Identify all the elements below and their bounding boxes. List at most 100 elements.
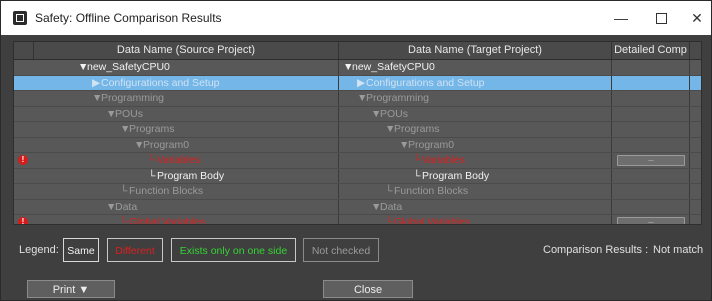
close-button[interactable]: Close [323, 280, 413, 298]
minimize-button[interactable]: — [601, 8, 641, 28]
status-cell [14, 169, 34, 184]
table-row[interactable]: ! └ Variables └ Variables... [14, 153, 701, 169]
legend-one-side: Exists only on one side [171, 238, 296, 262]
target-name-cell[interactable]: └ Program Body [339, 168, 612, 184]
tree-toggle-icon[interactable]: ▼ [92, 91, 102, 106]
tree-toggle-icon[interactable]: ▼ [343, 60, 353, 75]
tree-toggle-icon[interactable]: ▼ [385, 122, 395, 137]
header-detail-col[interactable]: Detailed Comp [612, 42, 690, 59]
target-name-cell[interactable]: ▼Programs [339, 122, 612, 137]
legend-not-checked: Not checked [303, 238, 379, 262]
target-name-cell[interactable]: ▼Data [339, 199, 612, 215]
detailed-comparison-button[interactable]: ... [617, 217, 685, 224]
detail-cell [612, 184, 690, 199]
status-cell [14, 184, 34, 199]
source-name-cell[interactable]: └ Variables [34, 153, 339, 168]
status-cell: ! [14, 153, 34, 168]
table-row[interactable]: ▼Data ▼Data [14, 199, 701, 215]
grid-header: Data Name (Source Project) Data Name (Ta… [14, 42, 701, 60]
source-name-cell[interactable]: └ Function Blocks [34, 184, 339, 199]
tree-toggle-icon[interactable]: ▼ [106, 107, 116, 122]
comparison-grid: Data Name (Source Project) Data Name (Ta… [13, 41, 702, 225]
extra-cell [690, 122, 701, 137]
tree-toggle-icon[interactable]: └ [120, 215, 129, 224]
detail-cell: ... [612, 215, 690, 224]
tree-toggle-icon[interactable]: ▼ [78, 60, 88, 75]
table-row[interactable]: └ Program Body └ Program Body [14, 168, 701, 184]
source-name-label: Program0 [143, 138, 190, 151]
target-name-cell[interactable]: └ Variables [339, 153, 612, 168]
header-source-col[interactable]: Data Name (Source Project) [34, 42, 339, 59]
target-name-cell[interactable]: ▼Programming [339, 91, 612, 106]
tree-toggle-icon[interactable]: ▼ [399, 138, 409, 153]
close-window-button[interactable]: ✕ [677, 8, 712, 28]
tree-toggle-icon[interactable]: ▼ [120, 122, 130, 137]
source-name-cell[interactable]: ▼POUs [34, 106, 339, 122]
source-name-cell[interactable]: └ Global Variables [34, 215, 339, 224]
window-title: Safety: Offline Comparison Results [35, 11, 222, 25]
maximize-button[interactable] [641, 8, 681, 28]
status-cell [14, 200, 34, 215]
source-name-cell[interactable]: ▼Programs [34, 122, 339, 137]
tree-toggle-icon[interactable]: ▼ [371, 107, 381, 122]
target-name-label: Programs [394, 123, 440, 135]
source-name-label: new_SafetyCPU0 [87, 61, 170, 73]
tree-toggle-icon[interactable]: ▶ [357, 76, 366, 91]
source-name-label: Function Blocks [129, 185, 204, 197]
detail-cell [612, 199, 690, 214]
detailed-comparison-button[interactable]: ... [617, 155, 685, 166]
target-name-cell[interactable]: ▼POUs [339, 106, 612, 122]
tree-toggle-icon[interactable]: ▼ [357, 91, 367, 106]
target-name-label: Programming [366, 92, 430, 104]
table-row[interactable]: ! └ Global Variables └ Global Variables... [14, 215, 701, 225]
target-name-cell[interactable]: └ Global Variables [339, 215, 612, 225]
table-row[interactable]: ▼Programming ▼Programming [14, 91, 701, 107]
target-name-label: Global Variables [394, 216, 471, 225]
tree-toggle-icon[interactable]: ▶ [92, 76, 101, 91]
tree-toggle-icon[interactable]: └ [385, 184, 394, 199]
extra-cell [690, 60, 701, 75]
tree-toggle-icon[interactable]: ▼ [134, 138, 144, 153]
comparison-window: Safety: Offline Comparison Results — ✕ D… [0, 0, 712, 301]
status-cell [14, 60, 34, 75]
target-name-cell[interactable]: ▶Configurations and Setup [339, 75, 612, 91]
tree-toggle-icon[interactable]: └ [413, 153, 422, 168]
print-button[interactable]: Print ▼ [27, 280, 115, 298]
detail-cell [612, 60, 690, 75]
detail-cell [612, 91, 690, 106]
tree-toggle-icon[interactable]: └ [413, 169, 422, 184]
tree-toggle-icon[interactable]: └ [385, 215, 394, 224]
extra-cell [690, 91, 701, 106]
target-name-cell[interactable]: ▼Program0 [339, 137, 612, 153]
source-name-cell[interactable]: └ Program Body [34, 168, 339, 184]
extra-cell [690, 184, 701, 199]
tree-toggle-icon[interactable]: └ [148, 153, 157, 168]
maximize-icon [655, 13, 667, 24]
table-row[interactable]: ▶Configurations and Setup ▶Configurations… [14, 75, 701, 91]
tree-toggle-icon[interactable]: └ [148, 169, 157, 184]
source-name-label: Programs [129, 123, 175, 135]
warning-icon: ! [18, 155, 28, 165]
source-name-cell[interactable]: ▼Programming [34, 91, 339, 106]
table-row[interactable]: ▼POUs ▼POUs [14, 106, 701, 122]
extra-cell [690, 138, 701, 153]
target-name-cell[interactable]: └ Function Blocks [339, 184, 612, 199]
source-name-cell[interactable]: ▼Data [34, 199, 339, 215]
tree-toggle-icon[interactable]: └ [120, 184, 129, 199]
detail-cell [612, 122, 690, 137]
table-row[interactable]: ▼new_SafetyCPU0 ▼new_SafetyCPU0 [14, 60, 701, 76]
source-name-cell[interactable]: ▶Configurations and Setup [34, 75, 339, 91]
source-name-cell[interactable]: ▼Program0 [34, 137, 339, 153]
tree-toggle-icon[interactable]: ▼ [371, 200, 381, 215]
extra-cell [690, 153, 701, 168]
tree-toggle-icon[interactable]: ▼ [106, 200, 116, 215]
target-name-cell[interactable]: ▼new_SafetyCPU0 [339, 60, 612, 75]
table-row[interactable]: ▼Program0 ▼Program0 [14, 137, 701, 153]
header-target-col[interactable]: Data Name (Target Project) [339, 42, 612, 59]
table-row[interactable]: ▼Programs ▼Programs [14, 122, 701, 138]
detail-cell [612, 75, 690, 90]
source-name-cell[interactable]: ▼new_SafetyCPU0 [34, 60, 339, 75]
table-row[interactable]: └ Function Blocks └ Function Blocks [14, 184, 701, 200]
target-name-label: Data [380, 200, 403, 213]
extra-cell [690, 215, 701, 224]
